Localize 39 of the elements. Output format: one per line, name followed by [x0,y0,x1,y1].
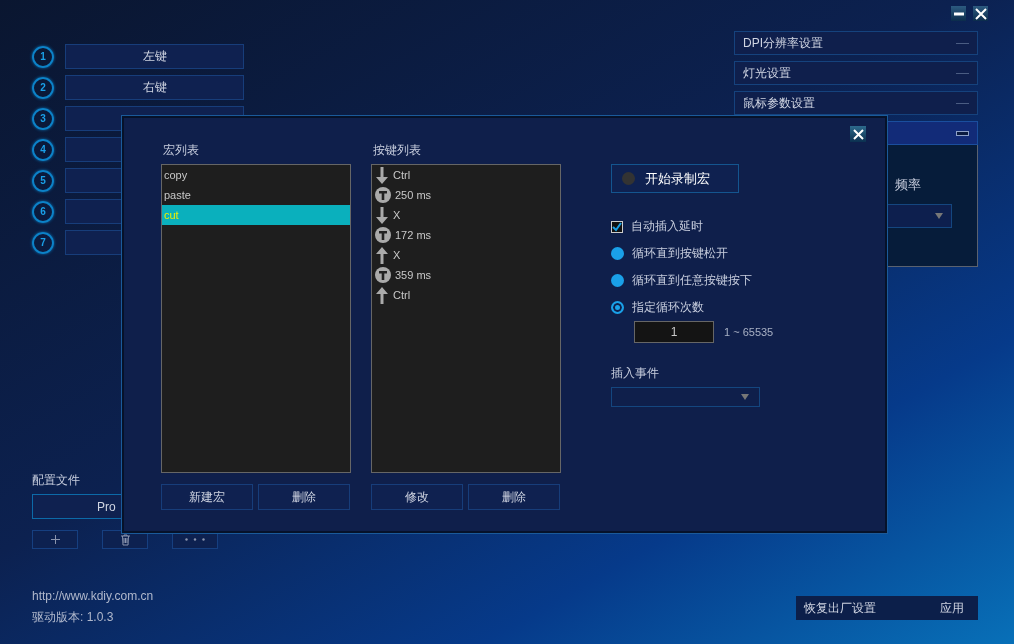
key-event: 250 ms [395,189,432,201]
number-badge: 3 [32,107,54,130]
list-title: 宏列表 [163,142,200,159]
number-badge: 6 [32,200,54,223]
list-button[interactable]: 删除 [258,484,350,510]
panel-header[interactable]: 鼠标参数设置 [734,91,978,115]
loop-count-field[interactable]: 1 [634,321,714,343]
list-title: 按键列表 [373,142,422,159]
number-badge: 2 [32,76,54,99]
checkbox-label: 自动插入延时 [631,218,703,235]
profile-title: 配置文件 [32,472,81,489]
number-badge: 5 [32,169,54,192]
button-assign[interactable]: 左键 [65,44,244,69]
record-button[interactable]: 开始录制宏 [611,164,739,193]
range-hint: 1 ~ 65535 [724,326,774,338]
radio-label: 指定循环次数 [632,299,704,316]
panel-header[interactable]: DPI分辨率设置 [734,31,978,55]
radio-label: 循环直到任意按键按下 [632,272,752,289]
number-badge: 1 [32,45,54,68]
list-button[interactable]: 新建宏 [161,484,253,510]
key-event: 359 ms [395,269,432,281]
radio-label: 循环直到按键松开 [632,245,728,262]
website-link[interactable]: http://www.kdiy.com.cn [32,589,260,603]
macro-item[interactable]: copy [162,165,350,185]
insert-event-label: 插入事件 [611,365,659,382]
list-button[interactable]: 删除 [468,484,560,510]
key-event: 172 ms [395,229,432,241]
setting-label: 频率 [895,177,921,192]
panel-header[interactable]: 灯光设置 [734,61,978,85]
key-event: X [393,249,401,261]
number-badge: 4 [32,138,54,161]
macro-item[interactable]: paste [162,185,350,205]
key-event: Ctrl [393,169,411,181]
key-event: Ctrl [393,289,411,301]
key-event: X [393,209,401,221]
number-badge: 7 [32,231,54,254]
driver-version: 驱动版本: 1.0.3 [32,609,115,626]
list-button[interactable]: 修改 [371,484,463,510]
button-assign[interactable]: 右键 [65,75,244,100]
